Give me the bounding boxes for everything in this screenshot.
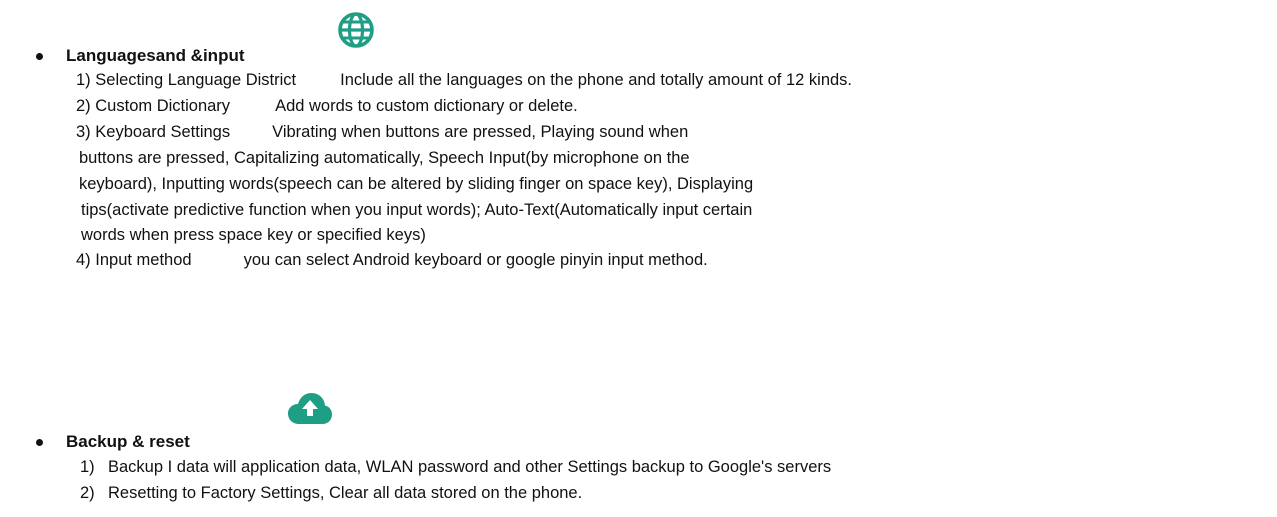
list-item: 2) Resetting to Factory Settings, Clear a…	[80, 482, 582, 504]
item-number: 2)	[80, 484, 95, 502]
item-label: Selecting Language District	[95, 71, 297, 89]
item-description: you can select Android keyboard or googl…	[243, 251, 708, 269]
item-number: 3)	[76, 123, 91, 141]
list-item: 1) Selecting Language District Include al…	[76, 69, 852, 91]
item-number: 2)	[76, 97, 91, 115]
item-text: Backup I data will application data, WLA…	[108, 458, 832, 476]
cloud-upload-icon	[287, 391, 333, 427]
item-number: 1)	[80, 458, 95, 476]
list-item: 3) Keyboard Settings Vibrating when butto…	[76, 121, 688, 143]
item-description: Vibrating when buttons are pressed, Play…	[272, 123, 689, 141]
item-number: 1)	[76, 71, 91, 89]
item-label: Input method	[95, 251, 192, 269]
item-continuation: words when press space key or specified …	[81, 226, 426, 244]
item-continuation: tips(activate predictive function when y…	[81, 201, 753, 219]
list-item: 1) Backup I data will application data, W…	[80, 456, 831, 478]
item-number: 4)	[76, 251, 91, 269]
item-label: Custom Dictionary	[95, 97, 231, 115]
item-label: Keyboard Settings	[95, 123, 231, 141]
bullet-icon	[36, 439, 43, 446]
item-continuation: keyboard), Inputting words(speech can be…	[79, 175, 754, 193]
item-description: Add words to custom dictionary or delete…	[275, 97, 578, 115]
globe-icon	[336, 10, 376, 50]
item-text: Resetting to Factory Settings, Clear all…	[108, 484, 583, 502]
item-continuation: buttons are pressed, Capitalizing automa…	[79, 149, 690, 167]
list-item: 4) Input method you can select Android ke…	[76, 249, 708, 271]
item-description: Include all the languages on the phone a…	[340, 71, 853, 89]
list-item: 2) Custom Dictionary Add words to custom …	[76, 95, 578, 117]
section-heading: Backup & reset	[66, 432, 190, 451]
bullet-icon	[36, 53, 43, 60]
section-heading: Languagesand &input	[66, 46, 245, 65]
